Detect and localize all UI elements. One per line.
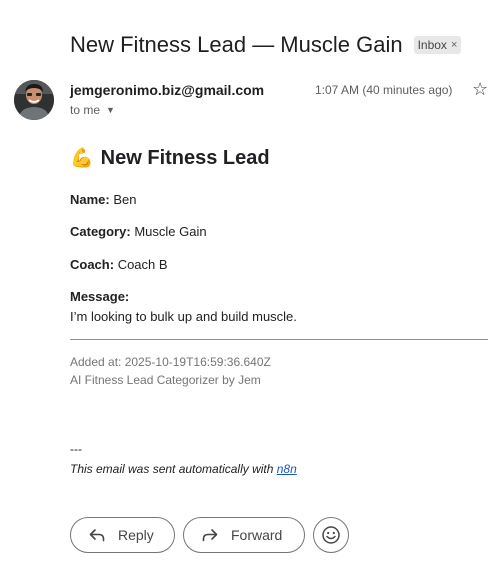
smiley-icon xyxy=(321,525,341,545)
footer-separator: --- xyxy=(70,442,82,456)
footer-text: This email was sent automatically with xyxy=(70,462,277,476)
reply-button[interactable]: Reply xyxy=(70,517,175,553)
star-icon[interactable]: ☆ xyxy=(472,80,488,98)
lead-name-field: Name: Ben xyxy=(70,192,137,207)
coach-value: Coach B xyxy=(117,257,168,272)
add-reaction-button[interactable] xyxy=(313,517,349,553)
lead-headline-text: New Fitness Lead xyxy=(100,146,270,169)
flexed-biceps-icon: 💪 xyxy=(70,148,94,169)
recipient-label: to me xyxy=(70,103,101,117)
email-subject: New Fitness Lead — Muscle Gain xyxy=(70,32,403,57)
lead-category-field: Category: Muscle Gain xyxy=(70,224,207,239)
categorizer-credit: AI Fitness Lead Categorizer by Jem xyxy=(70,373,261,387)
message-value: I’m looking to bulk up and build muscle. xyxy=(70,309,297,324)
show-details-caret-icon[interactable]: ▼ xyxy=(106,105,115,115)
category-value: Muscle Gain xyxy=(134,224,207,239)
forward-arrow-icon xyxy=(202,528,218,542)
message-label: Message: xyxy=(70,289,130,304)
sender-email[interactable]: jemgeronimo.biz@gmail.com xyxy=(70,82,264,98)
forward-label: Forward xyxy=(231,527,283,543)
divider xyxy=(70,339,488,340)
message-label-row: Message: xyxy=(70,289,129,304)
remove-label-icon[interactable]: × xyxy=(451,39,457,51)
reply-label: Reply xyxy=(118,527,154,543)
sender-avatar[interactable] xyxy=(14,80,54,120)
category-label: Category: xyxy=(70,224,131,239)
forward-button[interactable]: Forward xyxy=(183,517,305,553)
message-actions: Reply Forward xyxy=(70,517,349,553)
name-label: Name: xyxy=(70,192,110,207)
lead-headline: 💪 New Fitness Lead xyxy=(70,146,488,170)
email-subject-row: New Fitness Lead — Muscle Gain Inbox × xyxy=(70,32,462,58)
name-value: Ben xyxy=(113,192,137,207)
added-at-text: Added at: 2025-10-19T16:59:36.640Z xyxy=(70,355,271,369)
email-timestamp: 1:07 AM (40 minutes ago) xyxy=(315,83,453,97)
recipient-summary: to me ▼ xyxy=(70,103,115,117)
inbox-label-chip[interactable]: Inbox × xyxy=(413,36,462,54)
inbox-label-text: Inbox xyxy=(417,38,447,52)
automation-footer: This email was sent automatically with n… xyxy=(70,462,297,476)
reply-arrow-icon xyxy=(89,528,105,542)
coach-label: Coach: xyxy=(70,257,115,272)
email-body: 💪 New Fitness Lead Name: Ben Category: M… xyxy=(70,146,488,476)
n8n-link[interactable]: n8n xyxy=(277,462,297,476)
lead-coach-field: Coach: Coach B xyxy=(70,257,168,272)
